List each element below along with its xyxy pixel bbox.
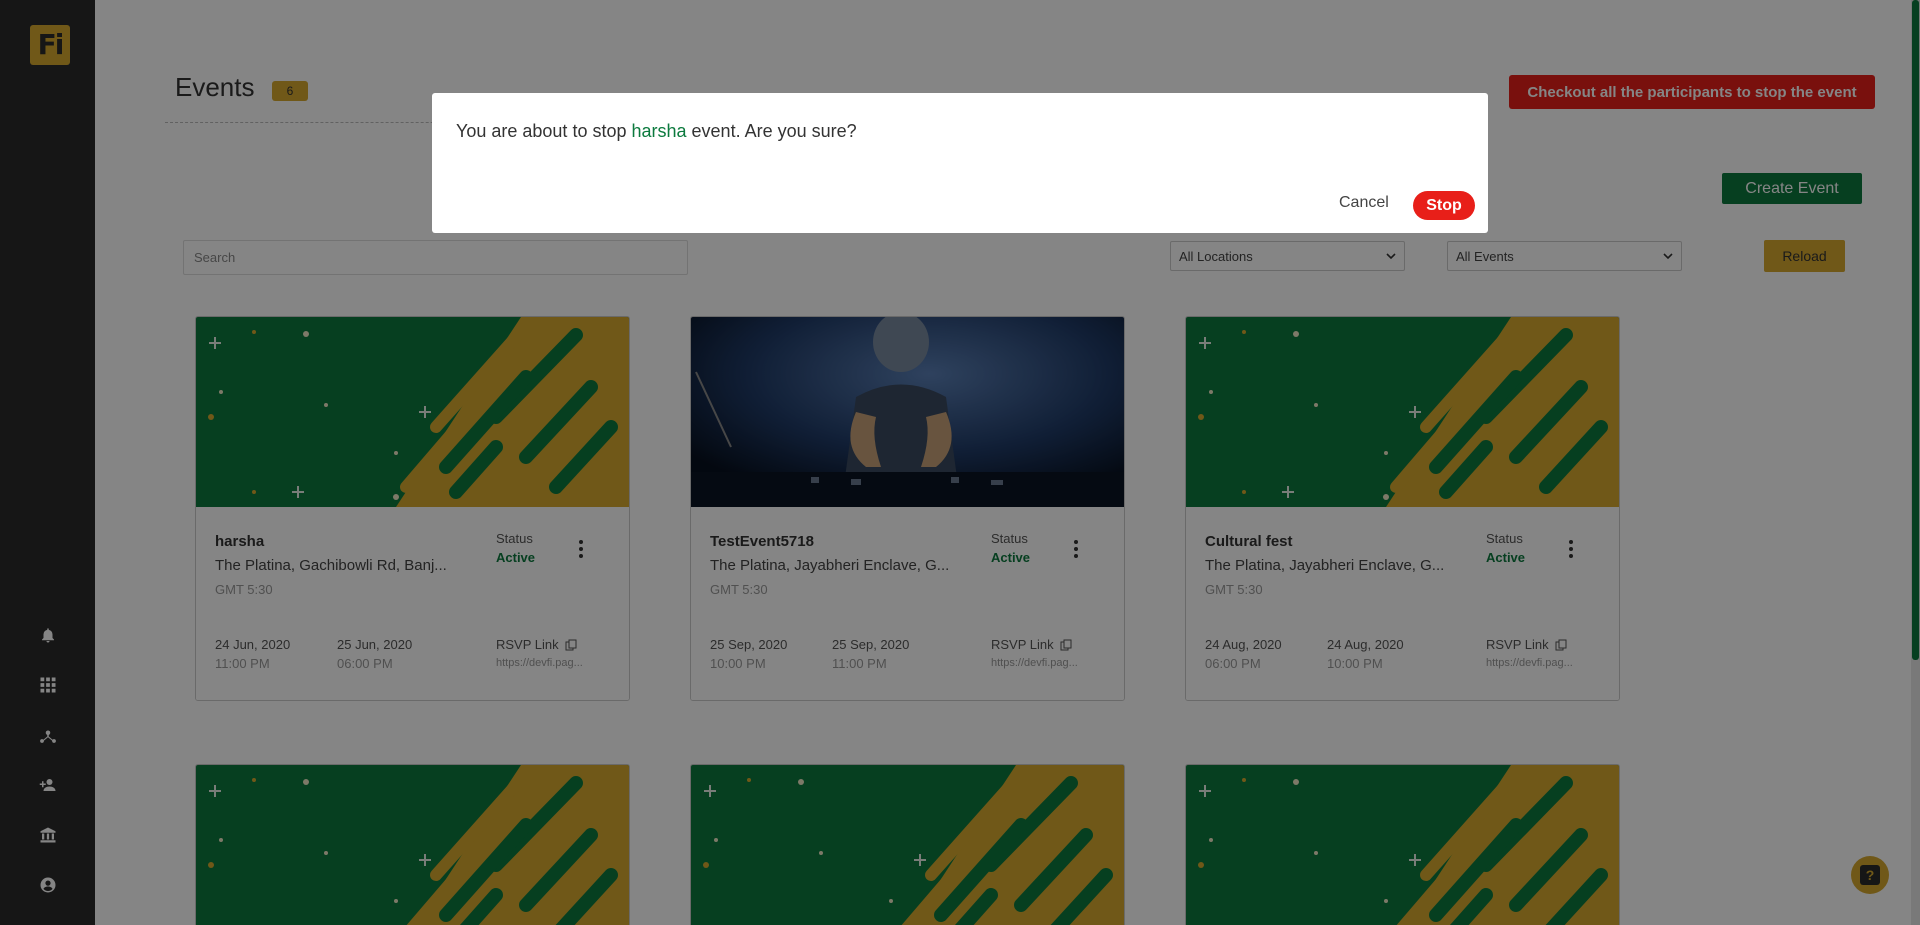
stop-button[interactable]: Stop bbox=[1413, 191, 1475, 220]
message-suffix: event. Are you sure? bbox=[686, 121, 857, 141]
stop-event-dialog: You are about to stop harsha event. Are … bbox=[432, 93, 1488, 233]
cancel-button[interactable]: Cancel bbox=[1339, 194, 1389, 212]
dialog-message: You are about to stop harsha event. Are … bbox=[456, 121, 857, 142]
message-prefix: You are about to stop bbox=[456, 121, 632, 141]
event-name-highlight: harsha bbox=[631, 121, 687, 141]
